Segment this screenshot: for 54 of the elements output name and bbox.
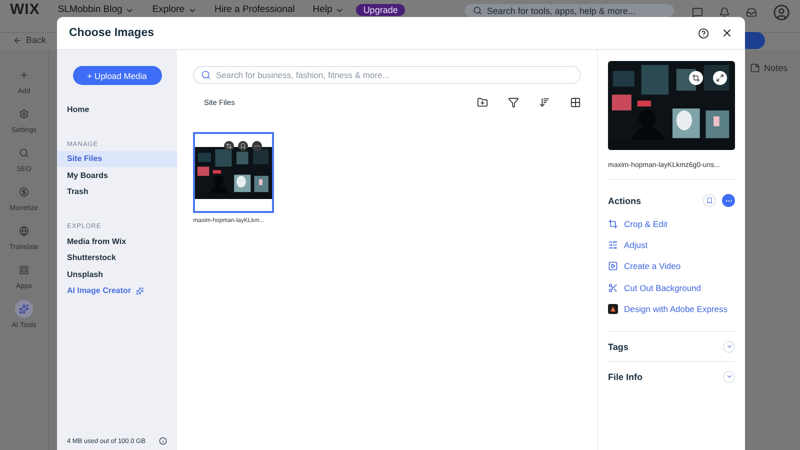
action-link[interactable]: Crop & Edit <box>608 213 735 234</box>
nav-link[interactable]: AI Image Creator <box>57 282 177 299</box>
section-title[interactable]: Tags <box>608 342 628 352</box>
inbox-icon[interactable] <box>746 7 757 18</box>
search-icon <box>201 70 211 80</box>
action-link[interactable]: Create a Video <box>608 256 735 277</box>
more-icon[interactable] <box>252 141 262 151</box>
back-arrow-icon <box>13 36 22 44</box>
section-title[interactable]: File Info <box>608 372 642 382</box>
dialog-title: Choose Images <box>69 27 154 39</box>
logo[interactable]: WIX <box>10 4 40 16</box>
avatar-icon[interactable] <box>773 4 790 21</box>
nav-item[interactable]: Site Files <box>57 150 177 167</box>
top-menu[interactable]: Explore <box>152 4 196 16</box>
search-field[interactable]: Search for tools, apps, help & more... <box>464 4 674 17</box>
nav-item[interactable]: Trash <box>57 184 177 200</box>
help-icon[interactable] <box>698 28 709 38</box>
scissors-icon <box>608 282 618 293</box>
bookmark-icon[interactable] <box>703 194 716 207</box>
media-search-field[interactable]: Search for business, fashion, fitness & more... <box>193 66 581 84</box>
play-icon <box>608 261 618 272</box>
sliders-icon <box>608 240 618 250</box>
sort-icon[interactable] <box>539 96 550 108</box>
file-thumbnail[interactable] <box>193 132 274 213</box>
nav-item[interactable]: My Boards <box>57 167 177 184</box>
bell-icon[interactable] <box>719 7 730 18</box>
action-link[interactable]: Adjust <box>608 234 735 256</box>
upgrade-button[interactable]: Upgrade <box>356 4 405 16</box>
upload-media-button[interactable]: + Upload Media <box>72 66 162 85</box>
action-link[interactable]: Cut Out Background <box>608 276 735 298</box>
top-menu[interactable]: Hire a Professional <box>214 4 295 16</box>
action-link[interactable]: Design with Adobe Express <box>608 298 735 320</box>
search-icon <box>472 6 482 15</box>
new-folder-icon[interactable] <box>477 96 488 108</box>
crop-icon <box>608 218 618 229</box>
rail-icon[interactable] <box>15 300 33 318</box>
note-icon <box>750 63 760 73</box>
close-icon[interactable] <box>721 27 733 39</box>
nav-item[interactable]: Unsplash <box>57 266 177 282</box>
filter-icon[interactable] <box>508 96 519 108</box>
nav-item[interactable]: Home <box>57 101 177 118</box>
info-icon[interactable] <box>159 437 167 445</box>
sparkle-icon <box>136 286 144 295</box>
notes-button[interactable]: Notes <box>750 63 788 73</box>
adobe-icon <box>608 304 618 314</box>
actions-title: Actions <box>608 196 642 206</box>
nav-item[interactable]: Shutterstock <box>57 250 177 266</box>
grid-view-icon[interactable] <box>570 96 581 108</box>
crop-icon[interactable] <box>224 141 234 151</box>
back-button[interactable]: Back <box>13 35 46 45</box>
top-menu[interactable]: SLMobbin Blog <box>58 4 134 16</box>
top-menu[interactable]: Help <box>312 4 344 16</box>
chat-icon[interactable] <box>692 7 703 18</box>
nav-item[interactable]: Media from Wix <box>57 233 177 250</box>
